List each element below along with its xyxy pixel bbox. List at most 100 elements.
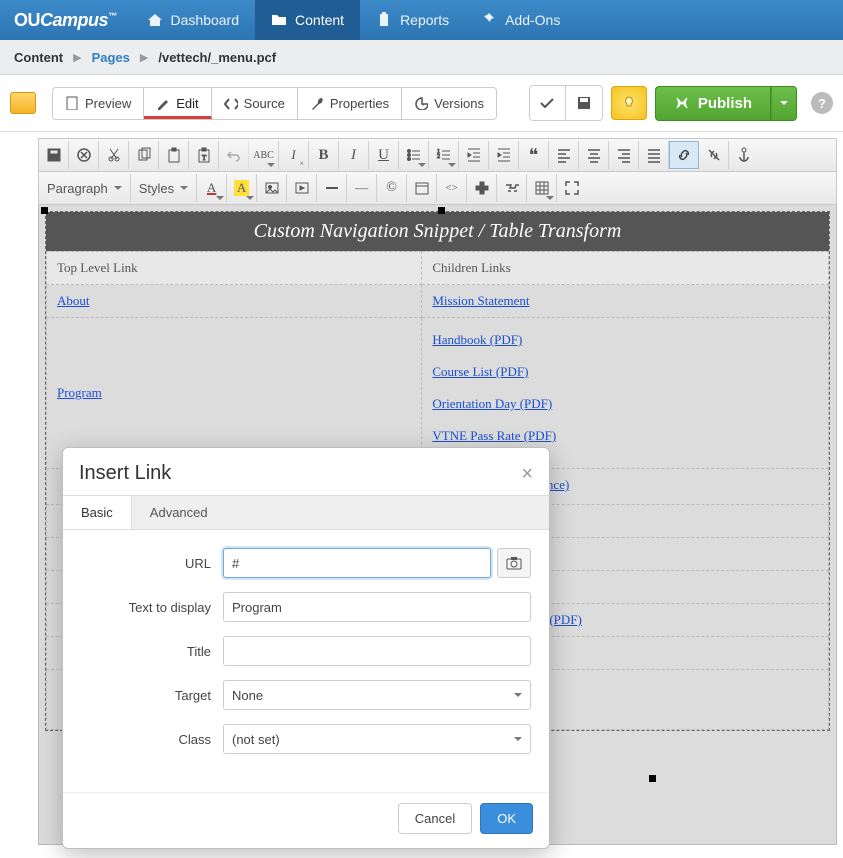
camera-icon [506, 556, 522, 570]
styles-dropdown[interactable]: Styles [131, 174, 197, 202]
link-about[interactable]: About [57, 293, 90, 308]
crumb-pages[interactable]: Pages [92, 50, 130, 65]
nav-label: Reports [400, 12, 449, 28]
clipboard-icon [376, 12, 392, 28]
target-select[interactable]: None [223, 680, 531, 710]
media-icon[interactable] [287, 174, 317, 202]
text-color-icon[interactable]: A [197, 174, 227, 202]
link-orientation[interactable]: Orientation Day (PDF) [432, 396, 552, 411]
svg-text:T: T [202, 154, 207, 162]
versions-tab[interactable]: Versions [402, 88, 496, 119]
insert-link-modal: Insert Link × Basic Advanced URL Text to… [62, 447, 550, 849]
symbol-icon[interactable]: — [347, 174, 377, 202]
link-icon[interactable] [669, 141, 699, 169]
bg-color-icon[interactable]: A [227, 174, 257, 202]
image-icon[interactable] [257, 174, 287, 202]
paste-icon[interactable] [159, 141, 189, 169]
cancel-button[interactable]: Cancel [398, 803, 472, 834]
nav-reports[interactable]: Reports [360, 0, 465, 40]
properties-tab[interactable]: Properties [298, 88, 402, 119]
class-select[interactable]: (not set) [223, 724, 531, 754]
clear-format-icon[interactable]: I× [279, 141, 309, 169]
browse-button[interactable] [497, 548, 531, 578]
edit-tab[interactable]: Edit [144, 88, 211, 119]
top-nav: OUCampus™ Dashboard Content Reports Add-… [0, 0, 843, 40]
select-value: None [232, 688, 263, 703]
folder-icon[interactable] [10, 92, 36, 114]
link-courselist[interactable]: Course List (PDF) [432, 364, 528, 379]
align-center-icon[interactable] [579, 141, 609, 169]
align-left-icon[interactable] [549, 141, 579, 169]
text-label: Text to display [81, 600, 211, 615]
fullscreen-icon[interactable] [557, 174, 587, 202]
link-handbook[interactable]: Handbook (PDF) [432, 332, 522, 347]
align-right-icon[interactable] [609, 141, 639, 169]
tab-label: Versions [434, 96, 484, 111]
blockquote-icon[interactable]: ❝ [519, 141, 549, 169]
wrench-icon [310, 96, 324, 110]
italic-icon[interactable]: I [339, 141, 369, 169]
number-list-icon[interactable]: 12 [429, 141, 459, 169]
link-program[interactable]: Program [57, 385, 102, 400]
table-icon[interactable] [527, 174, 557, 202]
bullet-list-icon[interactable] [399, 141, 429, 169]
help-button[interactable]: ? [811, 92, 833, 114]
tips-button[interactable] [611, 86, 647, 120]
link-vtne[interactable]: VTNE Pass Rate (PDF) [432, 428, 556, 443]
nav-content[interactable]: Content [255, 0, 360, 40]
nav-label: Content [295, 12, 344, 28]
table-header: Top Level Link [47, 252, 422, 285]
anchor-icon[interactable] [729, 141, 759, 169]
copyright-icon[interactable]: © [377, 174, 407, 202]
ok-button[interactable]: OK [480, 803, 533, 834]
save-button[interactable] [566, 86, 602, 120]
folder-icon [271, 12, 287, 28]
check-button[interactable] [530, 86, 566, 120]
preview-tab[interactable]: Preview [53, 88, 144, 119]
cancel-icon[interactable] [69, 141, 99, 169]
tab-label: Properties [330, 96, 389, 111]
embed-icon[interactable]: <> [437, 174, 467, 202]
dropdown-label: Styles [139, 181, 174, 196]
tab-advanced[interactable]: Advanced [132, 496, 226, 529]
close-icon[interactable]: × [521, 464, 533, 484]
unlink-icon[interactable] [699, 141, 729, 169]
url-label: URL [81, 556, 211, 571]
title-input[interactable] [223, 636, 531, 666]
select-value: (not set) [232, 732, 280, 747]
nav-addons[interactable]: Add-Ons [465, 0, 576, 40]
copy-icon[interactable] [129, 141, 159, 169]
tab-label: Source [244, 96, 285, 111]
publish-dropdown[interactable] [771, 86, 797, 121]
align-justify-icon[interactable] [639, 141, 669, 169]
url-input[interactable] [223, 548, 491, 578]
pin-icon [481, 12, 497, 28]
text-input[interactable] [223, 592, 531, 622]
page-icon [65, 96, 79, 110]
target-label: Target [81, 688, 211, 703]
save-icon[interactable] [39, 141, 69, 169]
source-tab[interactable]: Source [212, 88, 298, 119]
nav-dashboard[interactable]: Dashboard [131, 0, 256, 40]
nav-label: Add-Ons [505, 12, 560, 28]
paste-text-icon[interactable]: T [189, 141, 219, 169]
hr-icon[interactable] [317, 174, 347, 202]
snippet-icon[interactable] [467, 174, 497, 202]
crumb-root[interactable]: Content [14, 50, 63, 65]
paragraph-dropdown[interactable]: Paragraph [39, 174, 131, 202]
modal-title: Insert Link [79, 462, 171, 485]
outdent-icon[interactable] [459, 141, 489, 169]
undo-icon[interactable] [219, 141, 249, 169]
link-mission[interactable]: Mission Statement [432, 293, 529, 308]
editor-toolbar-row-2: Paragraph Styles A A — © <> [38, 172, 837, 205]
cut-icon[interactable] [99, 141, 129, 169]
underline-icon[interactable]: U [369, 141, 399, 169]
publish-button[interactable]: Publish [655, 86, 771, 121]
bold-icon[interactable]: B [309, 141, 339, 169]
asset-icon[interactable] [497, 174, 527, 202]
chevron-right-icon: ▶ [73, 51, 81, 64]
date-icon[interactable] [407, 174, 437, 202]
spellcheck-icon[interactable]: ABC [249, 141, 279, 169]
tab-basic[interactable]: Basic [63, 496, 132, 529]
indent-icon[interactable] [489, 141, 519, 169]
